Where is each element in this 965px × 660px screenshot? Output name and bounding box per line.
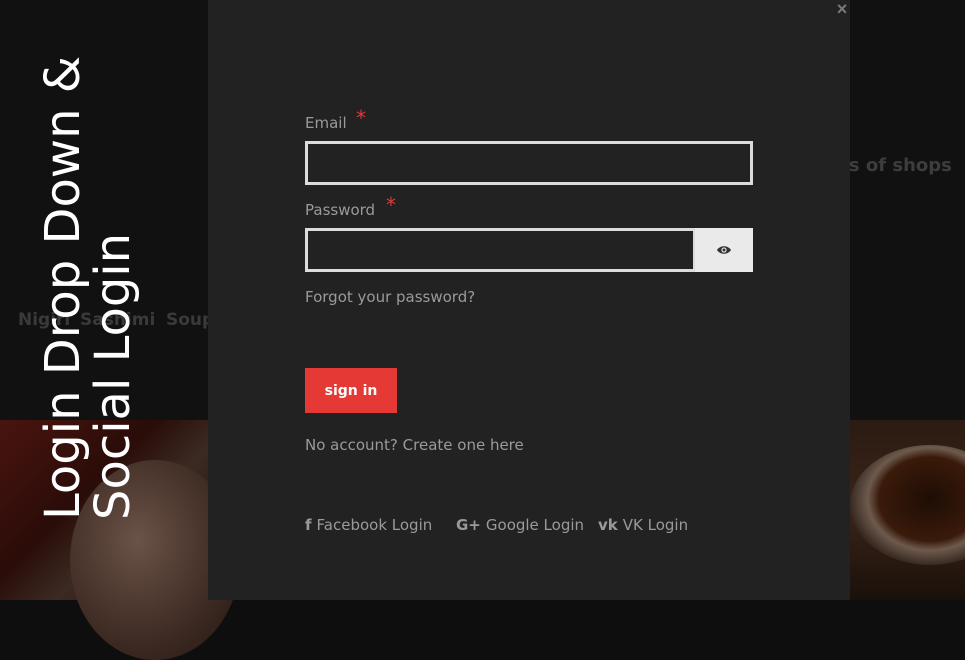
vk-login-link[interactable]: vk VK Login bbox=[598, 516, 688, 534]
email-label-text: Email bbox=[305, 114, 347, 132]
password-required-mark: * bbox=[386, 193, 396, 217]
background-tea-cup bbox=[850, 445, 965, 565]
google-login-link[interactable]: G+ Google Login bbox=[456, 516, 584, 534]
close-icon[interactable]: × bbox=[834, 0, 850, 18]
background-photo-tea bbox=[850, 420, 965, 600]
side-title: Login Drop Down & Social Login bbox=[35, 55, 141, 520]
email-label: Email * bbox=[305, 106, 366, 132]
facebook-login-link[interactable]: f Facebook Login bbox=[305, 516, 432, 534]
create-account-link[interactable]: No account? Create one here bbox=[305, 436, 524, 454]
facebook-icon: f bbox=[305, 516, 312, 534]
google-plus-icon: G+ bbox=[456, 516, 481, 534]
email-required-mark: * bbox=[356, 106, 366, 130]
side-title-line2: Social Login bbox=[85, 232, 141, 520]
vk-icon: vk bbox=[598, 516, 618, 534]
show-password-button[interactable] bbox=[695, 228, 753, 272]
eye-icon bbox=[717, 246, 731, 254]
password-label: Password * bbox=[305, 193, 396, 219]
email-field[interactable] bbox=[305, 141, 753, 185]
forgot-password-link[interactable]: Forgot your password? bbox=[305, 288, 475, 306]
facebook-login-label: Facebook Login bbox=[316, 516, 433, 534]
vk-login-label: VK Login bbox=[622, 516, 689, 534]
password-label-text: Password bbox=[305, 201, 376, 219]
google-login-label: Google Login bbox=[485, 516, 585, 534]
password-field[interactable] bbox=[305, 228, 696, 272]
background-nav-soup: Soup bbox=[166, 310, 215, 330]
side-title-line1: Login Drop Down & bbox=[35, 55, 91, 520]
sign-in-button[interactable]: sign in bbox=[305, 368, 397, 413]
